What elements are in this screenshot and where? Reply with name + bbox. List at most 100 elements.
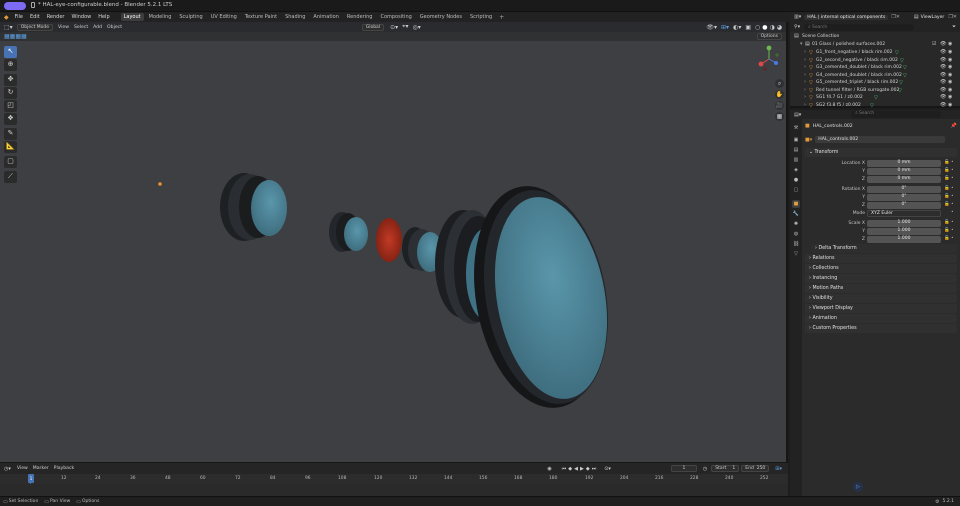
keyframe-dot-icon[interactable]: •	[951, 210, 954, 215]
tab-uv-editing[interactable]: UV Editing	[208, 13, 240, 21]
camera-icon[interactable]: ◉	[948, 49, 952, 55]
data-tab-icon[interactable]: ▽	[792, 250, 800, 258]
viewport-scene[interactable]	[0, 22, 788, 462]
properties-editor-icon[interactable]: ▤▾	[794, 112, 801, 118]
camera-icon[interactable]: ◉	[948, 72, 952, 78]
eye-icon[interactable]: 👁	[940, 79, 946, 85]
tab-animation[interactable]: Animation	[310, 13, 342, 21]
expand-icon[interactable]: ›	[804, 94, 806, 100]
object-tab-icon[interactable]: ■	[792, 200, 800, 208]
eye-icon[interactable]: 👁	[940, 72, 946, 78]
jump-start-icon[interactable]: ⏮	[562, 466, 567, 472]
tab-layout[interactable]: Layout	[120, 13, 144, 21]
modifier-icon[interactable]: ▽	[900, 58, 904, 64]
viewport-display-panel-header[interactable]: › Viewport Display	[805, 304, 957, 313]
expand-icon[interactable]: ▾	[800, 41, 803, 47]
timeline-menu-marker[interactable]: Marker	[33, 466, 49, 471]
keyframe-dot-icon[interactable]: •	[951, 202, 954, 207]
outliner-item-4[interactable]: › ▽ G4_cemented_doublet / black rim.002 ▽…	[790, 72, 960, 80]
lock-icon[interactable]: 🔓	[944, 176, 950, 181]
expand-icon[interactable]: ›	[804, 57, 806, 63]
playhead[interactable]: 1	[28, 474, 34, 483]
tab-texture-paint[interactable]: Texture Paint	[242, 13, 280, 21]
location-z-field[interactable]: 0 mm	[867, 176, 941, 183]
scale-x-field[interactable]: 1.000	[867, 220, 941, 227]
camera-icon[interactable]: ◉	[948, 57, 952, 63]
checkbox-icon[interactable]: ☑	[932, 41, 936, 47]
modifier-icon[interactable]: ▽	[895, 50, 899, 56]
keyframe-dot-icon[interactable]: •	[951, 228, 954, 233]
jump-end-icon[interactable]: ⏭	[592, 466, 597, 472]
use-preview-range-icon[interactable]: ◷	[703, 466, 707, 472]
add-workspace-icon[interactable]: +	[499, 14, 504, 21]
rotation-y-field[interactable]: 0°	[867, 194, 941, 201]
timeline-editor-icon[interactable]: ◷▾	[4, 466, 11, 472]
end-frame-field[interactable]: End 250	[741, 465, 770, 472]
expand-icon[interactable]: ›	[804, 64, 806, 70]
eye-icon[interactable]: 👁	[940, 102, 946, 108]
tab-rendering[interactable]: Rendering	[344, 13, 376, 21]
modifier-icon[interactable]: ▽	[903, 73, 907, 79]
eye-icon[interactable]: 👁	[940, 87, 946, 93]
lock-icon[interactable]: 🔓	[944, 160, 950, 165]
visibility-panel-header[interactable]: › Visibility	[805, 294, 957, 303]
tab-modeling[interactable]: Modeling	[146, 13, 175, 21]
scale-z-field[interactable]: 1.000	[867, 236, 941, 243]
modifier-icon[interactable]: ▽	[874, 95, 878, 101]
keyframe-dot-icon[interactable]: •	[951, 220, 954, 225]
eye-icon[interactable]: 👁	[940, 94, 946, 100]
notification-icon[interactable]: ⚙	[935, 499, 939, 505]
blender-logo-badge[interactable]	[4, 2, 26, 10]
menu-edit[interactable]: Edit	[30, 14, 40, 20]
rotation-mode-dropdown[interactable]: XYZ Euler	[867, 210, 941, 217]
eye-icon[interactable]: 👁	[940, 57, 946, 63]
rotation-z-field[interactable]: 0°	[867, 202, 941, 209]
expand-icon[interactable]: ›	[804, 87, 806, 93]
camera-icon[interactable]: ◉	[948, 102, 952, 108]
expand-icon[interactable]: ›	[804, 49, 806, 55]
camera-icon[interactable]: ◉	[948, 64, 952, 70]
tool-tab-icon[interactable]: ⚒	[792, 124, 800, 132]
viewlayer-icon[interactable]: ▤	[914, 14, 919, 20]
assistant-icon[interactable]: ▷	[853, 482, 863, 492]
timeline-ruler[interactable]: 1 12 24 36 48 60 72 84 96 108 120 132 14…	[0, 474, 788, 484]
3d-viewport[interactable]: ⬚▾ Object Mode View Select Add Object Gl…	[0, 22, 788, 462]
particles-tab-icon[interactable]: ✺	[792, 220, 800, 228]
collection-tab-icon[interactable]: ▢	[792, 186, 800, 194]
outliner-item-2[interactable]: › ▽ G2_second_negative / black rim.002 ▽ …	[790, 57, 960, 65]
modifier-icon[interactable]: ▽	[870, 103, 874, 109]
viewlayer-name[interactable]: ViewLayer	[921, 15, 945, 20]
lens-group-g1[interactable]	[220, 173, 287, 241]
timeline-view-icon[interactable]: ⊞▾	[775, 466, 782, 472]
motion-paths-panel-header[interactable]: › Motion Paths	[805, 284, 957, 293]
tab-compositing[interactable]: Compositing	[377, 13, 414, 21]
lock-icon[interactable]: 🔓	[944, 186, 950, 191]
lens-group-g2[interactable]	[329, 212, 368, 252]
outliner-item-8[interactable]: › ▽ SG2 f3.8 f5 / z0.002 ▽ 👁 ◉	[790, 102, 960, 110]
object-name-field[interactable]: HAL_controls.002	[813, 124, 853, 129]
modifier-icon[interactable]: ▽	[903, 65, 907, 71]
outliner-item-0[interactable]: ▾ ▤ 01 Glass / polished surfaces.002 ☑ 👁…	[790, 41, 960, 49]
keyframe-dot-icon[interactable]: •	[951, 186, 954, 191]
expand-icon[interactable]: ›	[804, 72, 806, 78]
transform-panel-header[interactable]: ⌄ Transform	[805, 148, 957, 157]
tab-geometry-nodes[interactable]: Geometry Nodes	[417, 13, 465, 21]
keyframe-dot-icon[interactable]: •	[951, 236, 954, 241]
keyframe-dot-icon[interactable]: •	[951, 176, 954, 181]
scene-collection-row[interactable]: ▤ Scene Collection	[790, 33, 960, 41]
expand-icon[interactable]: ›	[804, 102, 806, 108]
delta-transform-subpanel[interactable]: › Delta Transform	[811, 244, 957, 253]
timeline-menu-view[interactable]: View	[17, 466, 28, 471]
eye-icon[interactable]: 👁	[940, 41, 946, 47]
menu-help[interactable]: Help	[98, 14, 109, 20]
outliner-item-5[interactable]: › ▽ G5_cemented_triplet / black rim.002 ▽…	[790, 79, 960, 87]
modifier-tab-icon[interactable]: 🔧	[792, 210, 800, 218]
light-object[interactable]	[158, 182, 162, 186]
outliner-item-6[interactable]: › ▽ Red tunnel filter / RGB surrogate.002…	[790, 87, 960, 95]
render-tab-icon[interactable]: ▣	[792, 136, 800, 144]
collections-panel-header[interactable]: › Collections	[805, 264, 957, 273]
camera-icon[interactable]: ◉	[948, 41, 952, 47]
play-reverse-icon[interactable]: ◀	[574, 466, 578, 472]
output-tab-icon[interactable]: ▤	[792, 146, 800, 154]
keyframe-dot-icon[interactable]: •	[951, 160, 954, 165]
